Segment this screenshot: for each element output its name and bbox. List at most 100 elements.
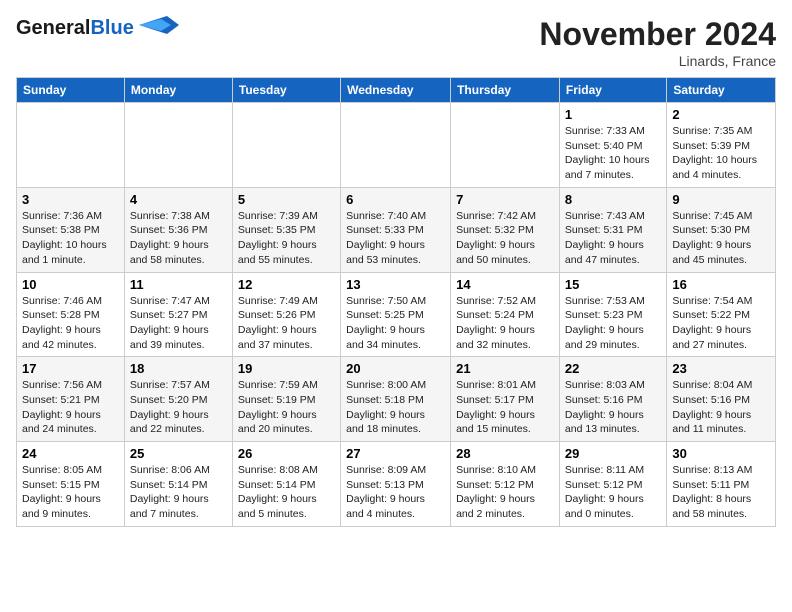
calendar-cell	[17, 103, 125, 188]
weekday-header-monday: Monday	[124, 78, 232, 103]
calendar-cell: 6 Sunrise: 7:40 AM Sunset: 5:33 PM Daylig…	[341, 187, 451, 272]
day-number: 8	[565, 192, 661, 207]
calendar-cell: 11Sunrise: 7:47 AM Sunset: 5:27 PM Dayli…	[124, 272, 232, 357]
day-detail: Sunrise: 8:01 AM Sunset: 5:17 PM Dayligh…	[456, 378, 554, 437]
weekday-header-row: SundayMondayTuesdayWednesdayThursdayFrid…	[17, 78, 776, 103]
weekday-header-saturday: Saturday	[667, 78, 776, 103]
day-detail: Sunrise: 7:43 AM Sunset: 5:31 PM Dayligh…	[565, 209, 661, 268]
weekday-header-sunday: Sunday	[17, 78, 125, 103]
day-detail: Sunrise: 7:59 AM Sunset: 5:19 PM Dayligh…	[238, 378, 335, 437]
day-detail: Sunrise: 7:47 AM Sunset: 5:27 PM Dayligh…	[130, 294, 227, 353]
day-detail: Sunrise: 7:40 AM Sunset: 5:33 PM Dayligh…	[346, 209, 445, 268]
weekday-header-tuesday: Tuesday	[232, 78, 340, 103]
day-number: 29	[565, 446, 661, 461]
day-detail: Sunrise: 7:46 AM Sunset: 5:28 PM Dayligh…	[22, 294, 119, 353]
logo-text: GeneralBlue	[16, 17, 139, 39]
day-number: 26	[238, 446, 335, 461]
day-number: 15	[565, 277, 661, 292]
day-number: 20	[346, 361, 445, 376]
day-detail: Sunrise: 7:50 AM Sunset: 5:25 PM Dayligh…	[346, 294, 445, 353]
day-detail: Sunrise: 7:53 AM Sunset: 5:23 PM Dayligh…	[565, 294, 661, 353]
calendar-week-2: 3 Sunrise: 7:36 AM Sunset: 5:38 PM Daylig…	[17, 187, 776, 272]
calendar-cell	[451, 103, 560, 188]
calendar-cell: 20Sunrise: 8:00 AM Sunset: 5:18 PM Dayli…	[341, 357, 451, 442]
calendar-cell: 16 Sunrise: 7:54 AM Sunset: 5:22 PM Dayli…	[667, 272, 776, 357]
calendar-cell: 14 Sunrise: 7:52 AM Sunset: 5:24 PM Dayli…	[451, 272, 560, 357]
day-number: 27	[346, 446, 445, 461]
location-title: Linards, France	[539, 53, 776, 69]
day-number: 23	[672, 361, 770, 376]
day-number: 16	[672, 277, 770, 292]
day-detail: Sunrise: 7:38 AM Sunset: 5:36 PM Dayligh…	[130, 209, 227, 268]
calendar-cell: 24 Sunrise: 8:05 AM Sunset: 5:15 PM Dayli…	[17, 442, 125, 527]
day-detail: Sunrise: 7:56 AM Sunset: 5:21 PM Dayligh…	[22, 378, 119, 437]
calendar-cell	[124, 103, 232, 188]
calendar-cell: 13 Sunrise: 7:50 AM Sunset: 5:25 PM Dayli…	[341, 272, 451, 357]
day-number: 13	[346, 277, 445, 292]
day-detail: Sunrise: 8:08 AM Sunset: 5:14 PM Dayligh…	[238, 463, 335, 522]
day-number: 25	[130, 446, 227, 461]
calendar-cell: 9Sunrise: 7:45 AM Sunset: 5:30 PM Daylig…	[667, 187, 776, 272]
calendar-cell: 5 Sunrise: 7:39 AM Sunset: 5:35 PM Daylig…	[232, 187, 340, 272]
calendar-cell: 29 Sunrise: 8:11 AM Sunset: 5:12 PM Dayli…	[559, 442, 666, 527]
day-number: 30	[672, 446, 770, 461]
calendar-table: SundayMondayTuesdayWednesdayThursdayFrid…	[16, 77, 776, 527]
day-detail: Sunrise: 8:13 AM Sunset: 5:11 PM Dayligh…	[672, 463, 770, 522]
calendar-week-5: 24 Sunrise: 8:05 AM Sunset: 5:15 PM Dayli…	[17, 442, 776, 527]
calendar-cell: 8 Sunrise: 7:43 AM Sunset: 5:31 PM Daylig…	[559, 187, 666, 272]
day-number: 19	[238, 361, 335, 376]
calendar-cell: 2Sunrise: 7:35 AM Sunset: 5:39 PM Daylig…	[667, 103, 776, 188]
calendar-cell: 3 Sunrise: 7:36 AM Sunset: 5:38 PM Daylig…	[17, 187, 125, 272]
calendar-cell: 17Sunrise: 7:56 AM Sunset: 5:21 PM Dayli…	[17, 357, 125, 442]
day-number: 14	[456, 277, 554, 292]
day-detail: Sunrise: 7:42 AM Sunset: 5:32 PM Dayligh…	[456, 209, 554, 268]
calendar-cell: 1 Sunrise: 7:33 AM Sunset: 5:40 PM Daylig…	[559, 103, 666, 188]
calendar-cell	[232, 103, 340, 188]
day-detail: Sunrise: 7:36 AM Sunset: 5:38 PM Dayligh…	[22, 209, 119, 268]
calendar-cell: 19 Sunrise: 7:59 AM Sunset: 5:19 PM Dayli…	[232, 357, 340, 442]
day-number: 12	[238, 277, 335, 292]
calendar-cell: 27Sunrise: 8:09 AM Sunset: 5:13 PM Dayli…	[341, 442, 451, 527]
day-number: 7	[456, 192, 554, 207]
day-detail: Sunrise: 7:49 AM Sunset: 5:26 PM Dayligh…	[238, 294, 335, 353]
day-number: 10	[22, 277, 119, 292]
day-detail: Sunrise: 8:11 AM Sunset: 5:12 PM Dayligh…	[565, 463, 661, 522]
month-title: November 2024	[539, 16, 776, 53]
calendar-cell: 12 Sunrise: 7:49 AM Sunset: 5:26 PM Dayli…	[232, 272, 340, 357]
day-detail: Sunrise: 8:10 AM Sunset: 5:12 PM Dayligh…	[456, 463, 554, 522]
calendar-cell	[341, 103, 451, 188]
day-number: 3	[22, 192, 119, 207]
day-detail: Sunrise: 8:05 AM Sunset: 5:15 PM Dayligh…	[22, 463, 119, 522]
day-number: 4	[130, 192, 227, 207]
calendar-cell: 7 Sunrise: 7:42 AM Sunset: 5:32 PM Daylig…	[451, 187, 560, 272]
calendar-cell: 10 Sunrise: 7:46 AM Sunset: 5:28 PM Dayli…	[17, 272, 125, 357]
day-detail: Sunrise: 7:33 AM Sunset: 5:40 PM Dayligh…	[565, 124, 661, 183]
day-number: 18	[130, 361, 227, 376]
weekday-header-friday: Friday	[559, 78, 666, 103]
day-number: 22	[565, 361, 661, 376]
calendar-week-4: 17Sunrise: 7:56 AM Sunset: 5:21 PM Dayli…	[17, 357, 776, 442]
day-detail: Sunrise: 8:06 AM Sunset: 5:14 PM Dayligh…	[130, 463, 227, 522]
calendar-cell: 18Sunrise: 7:57 AM Sunset: 5:20 PM Dayli…	[124, 357, 232, 442]
day-detail: Sunrise: 8:04 AM Sunset: 5:16 PM Dayligh…	[672, 378, 770, 437]
weekday-header-thursday: Thursday	[451, 78, 560, 103]
calendar-week-1: 1 Sunrise: 7:33 AM Sunset: 5:40 PM Daylig…	[17, 103, 776, 188]
calendar-week-3: 10 Sunrise: 7:46 AM Sunset: 5:28 PM Dayli…	[17, 272, 776, 357]
logo: GeneralBlue	[16, 16, 179, 40]
calendar-cell: 26 Sunrise: 8:08 AM Sunset: 5:14 PM Dayli…	[232, 442, 340, 527]
day-number: 1	[565, 107, 661, 122]
title-block: November 2024 Linards, France	[539, 16, 776, 69]
calendar-cell: 4 Sunrise: 7:38 AM Sunset: 5:36 PM Daylig…	[124, 187, 232, 272]
day-number: 28	[456, 446, 554, 461]
day-number: 24	[22, 446, 119, 461]
calendar-cell: 30 Sunrise: 8:13 AM Sunset: 5:11 PM Dayli…	[667, 442, 776, 527]
day-detail: Sunrise: 7:52 AM Sunset: 5:24 PM Dayligh…	[456, 294, 554, 353]
day-number: 2	[672, 107, 770, 122]
day-number: 5	[238, 192, 335, 207]
calendar-cell: 21Sunrise: 8:01 AM Sunset: 5:17 PM Dayli…	[451, 357, 560, 442]
day-detail: Sunrise: 7:39 AM Sunset: 5:35 PM Dayligh…	[238, 209, 335, 268]
logo-icon	[139, 16, 179, 34]
day-detail: Sunrise: 7:54 AM Sunset: 5:22 PM Dayligh…	[672, 294, 770, 353]
weekday-header-wednesday: Wednesday	[341, 78, 451, 103]
day-number: 6	[346, 192, 445, 207]
